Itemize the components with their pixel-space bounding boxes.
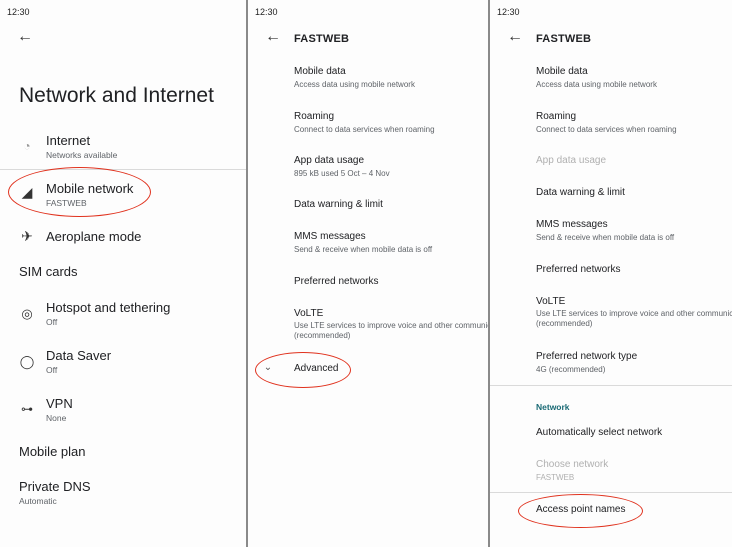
roaming-label: Roaming [294, 111, 335, 122]
mobile-data-label: Mobile data [294, 66, 346, 77]
data-saver-status: Off [46, 365, 58, 375]
hotspot-item[interactable]: ◎ Hotspot and tethering Off [0, 300, 246, 336]
aeroplane-label: Aeroplane mode [46, 229, 142, 244]
mobile-data-item[interactable]: Mobile data Access data using mobile net… [490, 66, 732, 96]
roaming-sub: Connect to data services when roaming [294, 125, 435, 134]
highlight-ellipse [255, 352, 351, 388]
sim-cards-label: SIM cards [19, 264, 78, 279]
sim-cards-item[interactable]: SIM cards [0, 263, 246, 283]
volte-sub: Use LTE services to improve voice and ot… [294, 321, 488, 330]
mobile-data-label: Mobile data [536, 66, 588, 77]
app-bar-title: FASTWEB [536, 33, 592, 45]
roaming-label: Roaming [536, 111, 577, 122]
vpn-status: None [46, 413, 67, 423]
mobile-network-panel: 12:30 ← FASTWEB Mobile data Access data … [248, 0, 488, 547]
mms-sub: Send & receive when mobile data is off [294, 245, 433, 254]
private-dns-label: Private DNS [19, 479, 91, 494]
status-time: 12:30 [255, 7, 278, 17]
mms-label: MMS messages [294, 231, 366, 242]
app-data-usage-item: App data usage [490, 155, 732, 171]
hotspot-label: Hotspot and tethering [46, 300, 171, 315]
internet-status: Networks available [46, 150, 118, 160]
internet-item[interactable]: ◔ Internet Networks available [0, 130, 246, 166]
highlight-ellipse [8, 167, 151, 217]
mms-item[interactable]: MMS messages Send & receive when mobile … [248, 231, 488, 261]
mms-label: MMS messages [536, 219, 608, 230]
private-dns-status: Automatic [19, 496, 57, 506]
auto-select-network-label: Automatically select network [536, 427, 663, 438]
wifi-question-icon: ◔ [23, 139, 31, 153]
status-time: 12:30 [7, 7, 30, 17]
app-data-usage-label: App data usage [536, 155, 607, 166]
mms-sub: Send & receive when mobile data is off [536, 233, 675, 242]
back-arrow-icon[interactable]: ← [17, 29, 33, 45]
preferred-network-type-item[interactable]: Preferred network type 4G (recommended) [490, 351, 732, 381]
aeroplane-mode-item[interactable]: ✈ Aeroplane mode [0, 228, 246, 248]
volte-item[interactable]: VoLTE Use LTE services to improve voice … [490, 296, 732, 336]
mms-item[interactable]: MMS messages Send & receive when mobile … [490, 219, 732, 249]
hotspot-icon: ◎ [21, 306, 33, 321]
preferred-networks-label: Preferred networks [536, 264, 621, 275]
page-title: Network and Internet [19, 84, 214, 107]
volte-sub: Use LTE services to improve voice and ot… [536, 309, 732, 318]
vpn-label: VPN [46, 396, 73, 411]
mobile-data-item[interactable]: Mobile data Access data using mobile net… [248, 66, 488, 96]
internet-label: Internet [46, 133, 91, 148]
preferred-networks-label: Preferred networks [294, 276, 379, 287]
roaming-item[interactable]: Roaming Connect to data services when ro… [490, 111, 732, 141]
divider [490, 385, 732, 386]
choose-network-item: Choose network FASTWEB [490, 459, 732, 487]
choose-network-label: Choose network [536, 459, 609, 470]
app-data-usage-sub: 895 kB used 5 Oct – 4 Nov [294, 169, 390, 178]
roaming-item[interactable]: Roaming Connect to data services when ro… [248, 111, 488, 141]
status-time: 12:30 [497, 7, 520, 17]
volte-label: VoLTE [536, 296, 566, 307]
mobile-data-sub: Access data using mobile network [536, 80, 657, 89]
divider [0, 169, 246, 170]
mobile-plan-item[interactable]: Mobile plan [0, 443, 246, 463]
advanced-mobile-network-panel: 12:30 ← FASTWEB Mobile data Access data … [490, 0, 732, 547]
network-category-header: Network [536, 402, 570, 412]
back-arrow-icon[interactable]: ← [507, 29, 523, 45]
data-warning-item[interactable]: Data warning & limit [490, 187, 732, 203]
data-warning-label: Data warning & limit [294, 199, 383, 210]
highlight-ellipse [518, 494, 643, 528]
preferred-network-type-label: Preferred network type [536, 351, 638, 362]
volte-sub-recommended: (recommended) [294, 331, 351, 340]
app-data-usage-item[interactable]: App data usage 895 kB used 5 Oct – 4 Nov [248, 155, 488, 185]
back-arrow-icon[interactable]: ← [265, 29, 281, 45]
preferred-networks-item[interactable]: Preferred networks [248, 276, 488, 292]
hotspot-status: Off [46, 317, 58, 327]
data-saver-item[interactable]: ◯ Data Saver Off [0, 348, 246, 384]
data-saver-label: Data Saver [46, 348, 112, 363]
preferred-network-type-sub: 4G (recommended) [536, 365, 606, 374]
app-data-usage-label: App data usage [294, 155, 365, 166]
volte-sub-recommended: (recommended) [536, 319, 593, 328]
data-warning-item[interactable]: Data warning & limit [248, 199, 488, 215]
volte-label: VoLTE [294, 308, 324, 319]
private-dns-item[interactable]: Private DNS Automatic [0, 479, 246, 515]
roaming-sub: Connect to data services when roaming [536, 125, 677, 134]
mobile-data-sub: Access data using mobile network [294, 80, 415, 89]
app-bar-title: FASTWEB [294, 33, 350, 45]
data-saver-icon: ◯ [19, 354, 35, 369]
preferred-networks-item[interactable]: Preferred networks [490, 264, 732, 280]
network-internet-panel: 12:30 ← Network and Internet ◔ Internet … [0, 0, 246, 547]
auto-select-network-item[interactable]: Automatically select network [490, 427, 732, 443]
vpn-item[interactable]: ⊶ VPN None [0, 396, 246, 432]
vpn-key-icon: ⊶ [21, 402, 33, 416]
airplane-icon: ✈ [21, 228, 33, 244]
divider [490, 492, 732, 493]
choose-network-sub: FASTWEB [536, 473, 575, 482]
data-warning-label: Data warning & limit [536, 187, 625, 198]
volte-item[interactable]: VoLTE Use LTE services to improve voice … [248, 308, 488, 348]
mobile-plan-label: Mobile plan [19, 444, 86, 459]
